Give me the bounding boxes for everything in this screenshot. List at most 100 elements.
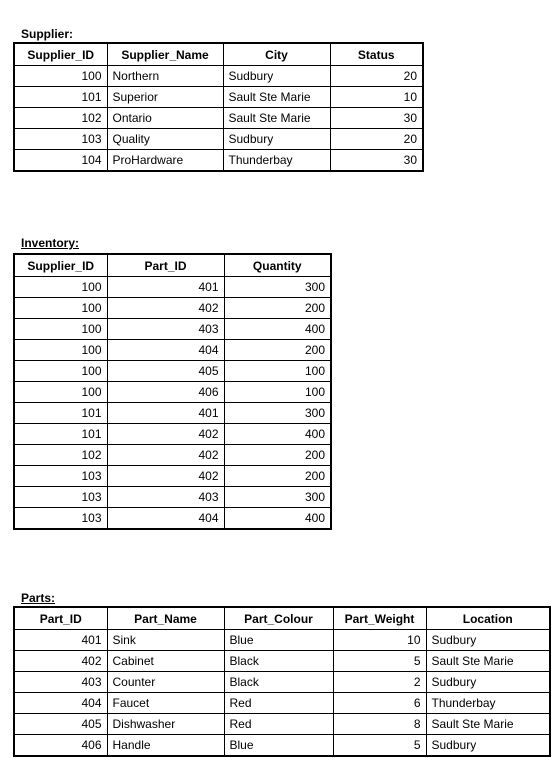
quantity-cell: 200: [223, 444, 332, 466]
inventory-table-row: 103 404 400: [13, 507, 332, 530]
inventory-table-row: 100 403 400: [13, 318, 332, 340]
column-header-status: Status: [329, 42, 424, 66]
inventory-table-row: 100 404 200: [13, 339, 332, 361]
column-header-part-id: Part_ID: [13, 606, 108, 630]
quantity-cell: 300: [223, 402, 332, 424]
supplier-id-cell: 103: [13, 465, 108, 487]
column-header-part-colour: Part_Colour: [223, 606, 334, 630]
column-header-supplier-id: Supplier_ID: [13, 253, 108, 277]
quantity-cell: 400: [223, 318, 332, 340]
part-id-cell: 401: [106, 402, 225, 424]
column-header-part-id: Part_ID: [106, 253, 225, 277]
part-name-cell: Cabinet: [106, 650, 225, 672]
part-id-cell: 402: [106, 444, 225, 466]
parts-table-title: Parts:: [21, 591, 56, 605]
inventory-table-row: 100 401 300: [13, 276, 332, 298]
part-id-cell: 402: [106, 465, 225, 487]
inventory-table: Supplier_ID Part_ID Quantity 100 401 300 10…: [13, 253, 332, 530]
inventory-table-row: 101 401 300: [13, 402, 332, 424]
city-cell: Sault Ste Marie: [222, 107, 331, 129]
supplier-name-cell: Superior: [106, 86, 224, 108]
part-colour-cell: Black: [223, 650, 334, 672]
supplier-table-row: 100 Northern Sudbury 20: [13, 65, 424, 87]
column-header-city: City: [222, 42, 331, 66]
supplier-id-cell: 102: [13, 107, 108, 129]
part-colour-cell: Blue: [223, 629, 334, 651]
parts-table-row: 406 Handle Blue 5 Sudbury: [13, 734, 551, 757]
column-header-quantity: Quantity: [223, 253, 332, 277]
supplier-id-cell: 102: [13, 444, 108, 466]
supplier-table-row: 102 Ontario Sault Ste Marie 30: [13, 107, 424, 129]
part-name-cell: Faucet: [106, 692, 225, 714]
part-colour-cell: Red: [223, 713, 334, 735]
part-id-cell: 403: [106, 486, 225, 508]
part-weight-cell: 8: [332, 713, 427, 735]
part-id-cell: 404: [13, 692, 108, 714]
city-cell: Sudbury: [222, 65, 331, 87]
quantity-cell: 300: [223, 486, 332, 508]
city-cell: Sault Ste Marie: [222, 86, 331, 108]
inventory-table-row: 100 406 100: [13, 381, 332, 403]
supplier-id-cell: 104: [13, 149, 108, 172]
quantity-cell: 200: [223, 339, 332, 361]
part-colour-cell: Blue: [223, 734, 334, 757]
quantity-cell: 300: [223, 276, 332, 298]
part-name-cell: Dishwasher: [106, 713, 225, 735]
supplier-table-title: Supplier:: [21, 27, 74, 41]
supplier-id-cell: 100: [13, 360, 108, 382]
location-cell: Sudbury: [425, 629, 551, 651]
supplier-name-cell: Ontario: [106, 107, 224, 129]
city-cell: Thunderbay: [222, 149, 331, 172]
quantity-cell: 400: [223, 423, 332, 445]
supplier-table-row: 101 Superior Sault Ste Marie 10: [13, 86, 424, 108]
part-name-cell: Sink: [106, 629, 225, 651]
part-id-cell: 402: [13, 650, 108, 672]
supplier-id-cell: 101: [13, 423, 108, 445]
supplier-id-cell: 100: [13, 339, 108, 361]
inventory-table-row: 103 402 200: [13, 465, 332, 487]
quantity-cell: 100: [223, 360, 332, 382]
supplier-id-cell: 103: [13, 128, 108, 150]
column-header-part-name: Part_Name: [106, 606, 225, 630]
part-id-cell: 405: [13, 713, 108, 735]
supplier-name-cell: Quality: [106, 128, 224, 150]
inventory-table-title: Inventory:: [21, 236, 80, 250]
status-cell: 20: [329, 128, 424, 150]
supplier-table-row: 104 ProHardware Thunderbay 30: [13, 149, 424, 172]
part-id-cell: 403: [106, 318, 225, 340]
supplier-id-cell: 103: [13, 486, 108, 508]
supplier-id-cell: 103: [13, 507, 108, 530]
status-cell: 20: [329, 65, 424, 87]
part-id-cell: 402: [106, 423, 225, 445]
inventory-table-row: 100 402 200: [13, 297, 332, 319]
inventory-header-row: Supplier_ID Part_ID Quantity: [13, 253, 332, 277]
part-colour-cell: Black: [223, 671, 334, 693]
part-id-cell: 401: [13, 629, 108, 651]
parts-table: Part_ID Part_Name Part_Colour Part_Weigh…: [13, 606, 551, 757]
part-name-cell: Handle: [106, 734, 225, 757]
location-cell: Sudbury: [425, 671, 551, 693]
location-cell: Thunderbay: [425, 692, 551, 714]
status-cell: 30: [329, 149, 424, 172]
supplier-table-row: 103 Quality Sudbury 20: [13, 128, 424, 150]
parts-table-row: 403 Counter Black 2 Sudbury: [13, 671, 551, 693]
part-id-cell: 406: [13, 734, 108, 757]
column-header-part-weight: Part_Weight: [332, 606, 427, 630]
status-cell: 30: [329, 107, 424, 129]
part-colour-cell: Red: [223, 692, 334, 714]
supplier-header-row: Supplier_ID Supplier_Name City Status: [13, 42, 424, 66]
parts-table-row: 401 Sink Blue 10 Sudbury: [13, 629, 551, 651]
location-cell: Sault Ste Marie: [425, 713, 551, 735]
parts-table-row: 404 Faucet Red 6 Thunderbay: [13, 692, 551, 714]
supplier-id-cell: 100: [13, 381, 108, 403]
part-weight-cell: 6: [332, 692, 427, 714]
parts-table-row: 405 Dishwasher Red 8 Sault Ste Marie: [13, 713, 551, 735]
column-header-location: Location: [425, 606, 551, 630]
parts-table-row: 402 Cabinet Black 5 Sault Ste Marie: [13, 650, 551, 672]
supplier-table: Supplier_ID Supplier_Name City Status 10…: [13, 42, 424, 172]
quantity-cell: 400: [223, 507, 332, 530]
supplier-id-cell: 100: [13, 297, 108, 319]
city-cell: Sudbury: [222, 128, 331, 150]
quantity-cell: 200: [223, 297, 332, 319]
supplier-id-cell: 101: [13, 402, 108, 424]
